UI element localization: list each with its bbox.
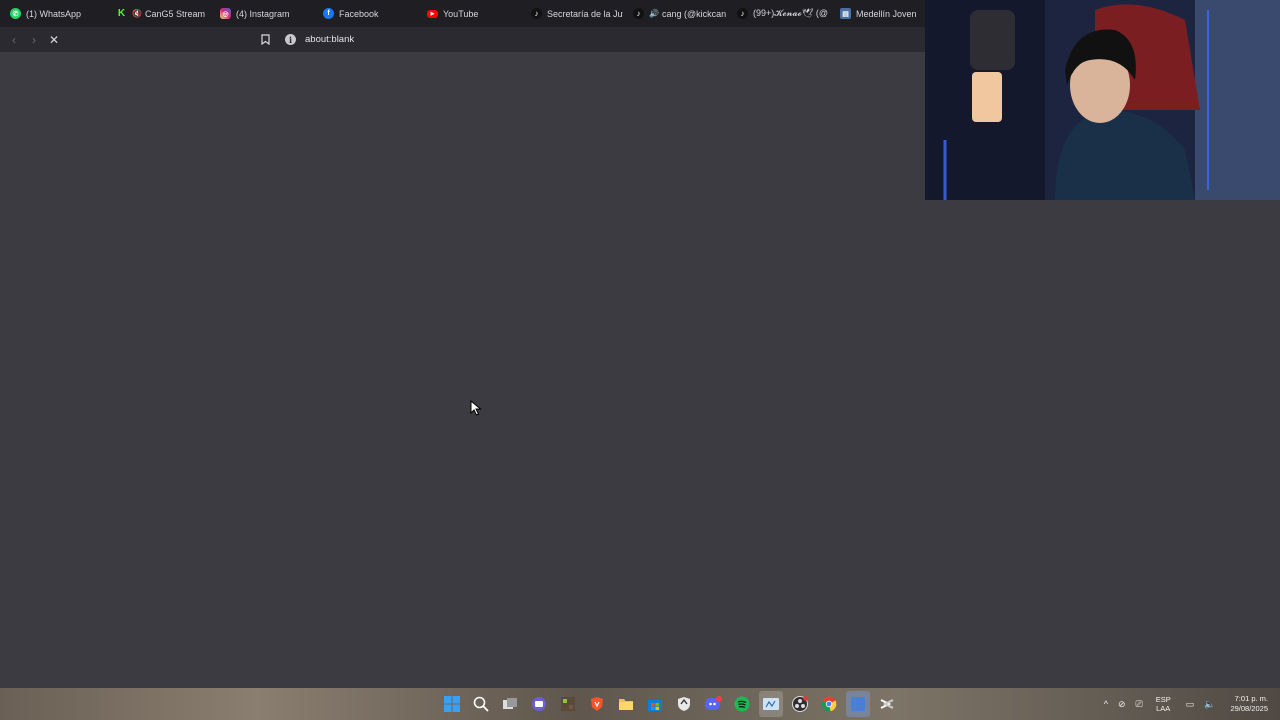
discord-icon[interactable]	[701, 691, 725, 717]
tab-label: Secretaría de la Juv	[547, 8, 623, 19]
tiktok-icon: ♪	[531, 8, 542, 19]
bookmark-icon	[260, 34, 270, 45]
chrome-icon[interactable]	[817, 691, 841, 717]
app-shield-icon[interactable]	[672, 691, 696, 717]
app-capcut-icon[interactable]	[875, 691, 899, 717]
chevron-left-icon: ‹	[12, 32, 16, 47]
tiktok-icon: ♪	[737, 8, 748, 19]
tab-label: cang (@kickcan	[661, 8, 727, 19]
tab-whatsapp[interactable]: ✆ (1) WhatsApp	[0, 0, 106, 27]
minecraft-icon[interactable]	[556, 691, 580, 717]
tab-youtube[interactable]: ▶ YouTube	[417, 0, 521, 27]
chevron-right-icon: ›	[32, 32, 36, 47]
instagram-icon: ◎	[220, 8, 231, 19]
brave-icon[interactable]	[585, 691, 609, 717]
youtube-icon: ▶	[427, 9, 438, 18]
tab-strip: ✆ (1) WhatsApp K 🔇 CanG5 Stream ◎ (4) In…	[0, 0, 925, 27]
display-icon[interactable]: ▭	[1186, 699, 1195, 710]
app-window-icon[interactable]	[759, 691, 783, 717]
webcam-overlay	[925, 0, 1280, 200]
file-explorer-icon[interactable]	[614, 691, 638, 717]
tab-instagram[interactable]: ◎ (4) Instagram	[210, 0, 313, 27]
tab-kick[interactable]: K 🔇 CanG5 Stream	[106, 0, 210, 27]
close-icon: ✕	[48, 32, 60, 47]
chevron-up-icon[interactable]: ^	[1104, 699, 1108, 709]
webcam-feed	[925, 0, 1280, 200]
tab-label: (1) WhatsApp	[26, 8, 82, 19]
usb-icon[interactable]: ⎚	[1136, 699, 1143, 710]
spotify-icon[interactable]	[730, 691, 754, 717]
kick-icon: K	[116, 8, 127, 19]
speaker-icon[interactable]: 🔊	[649, 9, 659, 18]
network-app-icon[interactable]: ⊘	[1118, 699, 1126, 710]
search-icon[interactable]	[469, 691, 493, 717]
windows-start-icon[interactable]	[440, 691, 464, 717]
tab-secretaria[interactable]: ♪ Secretaría de la Juv	[521, 0, 623, 27]
tab-cang[interactable]: ♪ 🔊 cang (@kickcan	[623, 0, 727, 27]
bookmark-button[interactable]	[258, 32, 272, 47]
back-button[interactable]: ‹	[4, 30, 24, 50]
forward-button[interactable]: ›	[24, 30, 44, 50]
stop-loading-button[interactable]: ✕	[44, 30, 64, 50]
clock[interactable]: 7:01 p. m. 29/08/2025	[1230, 694, 1268, 714]
clock-date: 29/08/2025	[1230, 704, 1268, 713]
whatsapp-icon: ✆	[10, 8, 21, 19]
tab-label: CanG5 Stream	[144, 8, 205, 19]
system-tray: ^ ⊘ ⎚ ESP LAA ▭ 🔈 7:01 p. m. 29/08/2025	[1099, 688, 1280, 720]
site-icon: ▤	[840, 8, 851, 19]
app-blue-icon[interactable]	[846, 691, 870, 717]
tab-label: Medellín Joven	[856, 8, 917, 19]
task-view-icon[interactable]	[498, 691, 522, 717]
tab-label: YouTube	[443, 8, 479, 19]
tiktok-icon: ♪	[633, 8, 644, 19]
taskbar-apps	[440, 691, 899, 717]
tab-facebook[interactable]: f Facebook	[313, 0, 417, 27]
mouse-cursor-icon	[470, 400, 482, 416]
tab-label: Facebook	[339, 8, 379, 19]
tab-kenao[interactable]: ♪ (99+)𝓚𝓮𝓷𝓪𝓸🕊 (@	[727, 0, 830, 27]
facebook-icon: f	[323, 8, 334, 19]
microsoft-store-icon[interactable]	[643, 691, 667, 717]
address-bar[interactable]: about:blank	[305, 34, 354, 45]
lang-code: ESP	[1155, 695, 1171, 704]
obs-icon[interactable]	[788, 691, 812, 717]
chat-icon[interactable]	[527, 691, 551, 717]
taskbar: ^ ⊘ ⎚ ESP LAA ▭ 🔈 7:01 p. m. 29/08/2025	[0, 688, 1280, 720]
tab-medellin[interactable]: ▤ Medellín Joven	[830, 0, 925, 27]
lang-layout: LAA	[1156, 704, 1171, 713]
tab-label: (4) Instagram	[236, 8, 290, 19]
language-indicator[interactable]: ESP LAA	[1156, 695, 1171, 713]
tab-label: (99+)𝓚𝓮𝓷𝓪𝓸🕊 (@	[753, 8, 829, 18]
site-info-icon[interactable]: i	[285, 34, 296, 45]
muted-icon[interactable]: 🔇	[132, 9, 142, 18]
volume-icon[interactable]: 🔈	[1204, 699, 1215, 710]
browser-toolbar: ‹ › ✕ i about:blank	[0, 27, 925, 52]
clock-time: 7:01 p. m.	[1234, 694, 1268, 703]
